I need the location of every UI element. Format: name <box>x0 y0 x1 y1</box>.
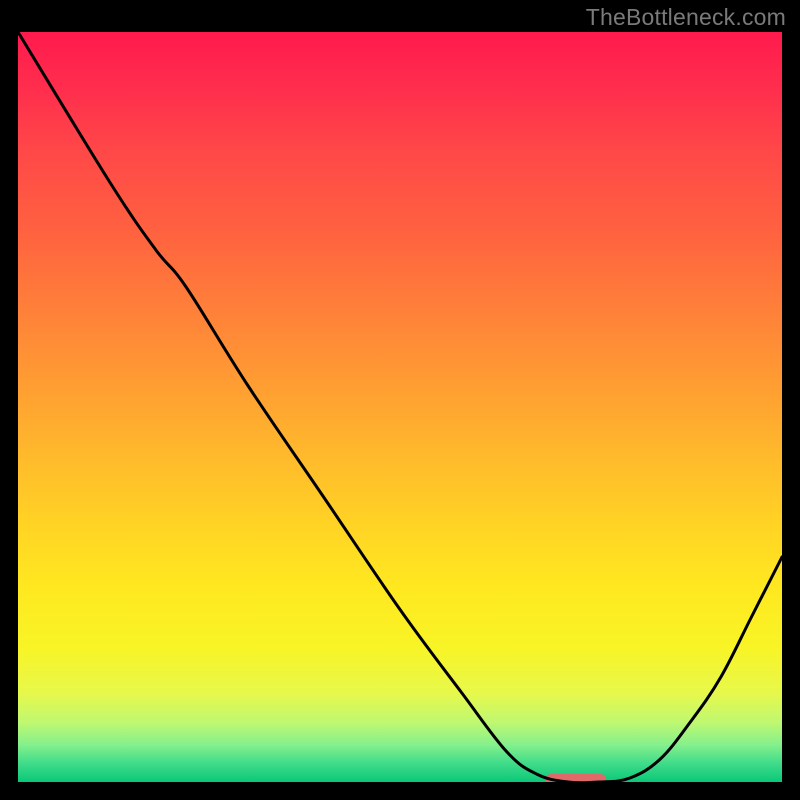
chart-container: TheBottleneck.com <box>0 0 800 800</box>
bottleneck-curve <box>18 32 782 782</box>
plot-area <box>18 32 782 782</box>
chart-svg <box>18 32 782 782</box>
watermark-text: TheBottleneck.com <box>586 4 786 31</box>
